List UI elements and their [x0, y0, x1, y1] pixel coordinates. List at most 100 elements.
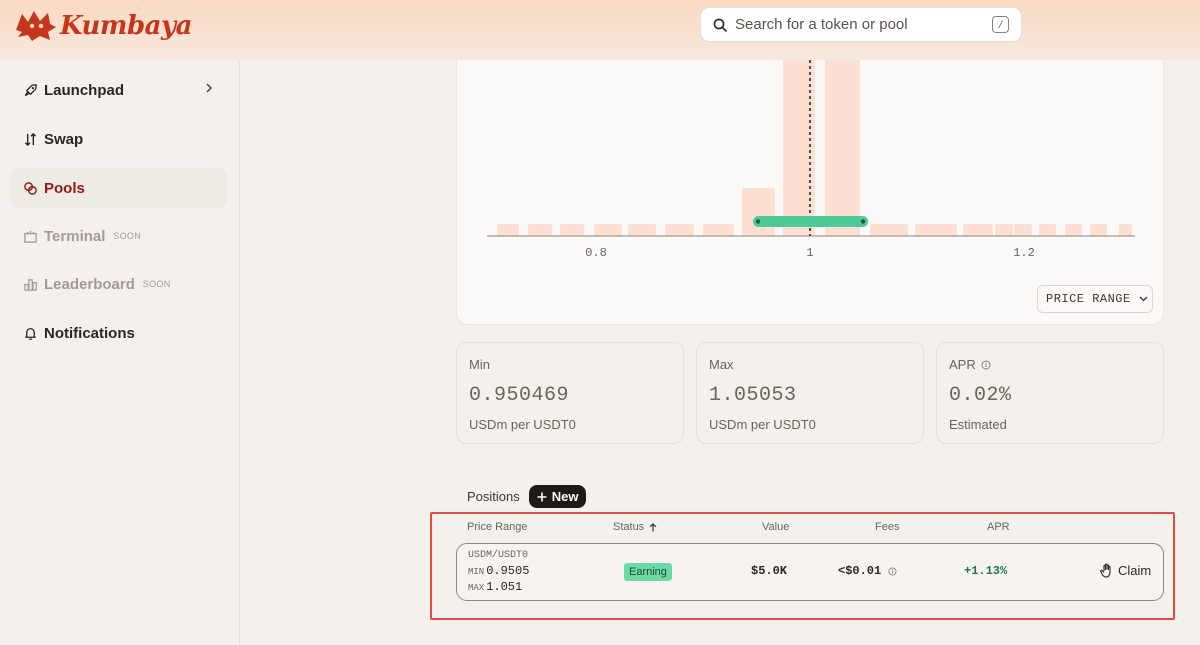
tick-label: 0.8 [585, 246, 607, 260]
sidebar-item-swap[interactable]: Swap [10, 119, 227, 159]
leaderboard-icon [22, 276, 38, 292]
sidebar-item-pools[interactable]: Pools [10, 168, 227, 208]
liquidity-chart-card: 0.8 1 1.2 PRICE RANGE [456, 60, 1164, 325]
logo-mark-icon [16, 11, 56, 41]
column-label: Fees [875, 521, 900, 533]
chevron-down-icon [1139, 296, 1148, 302]
liquidity-bar [915, 224, 957, 236]
column-label: Status [613, 521, 645, 533]
range-max: MAX 1.051 [468, 580, 522, 594]
min-price-card: Min 0.950469 USDm per USDT0 [456, 342, 684, 444]
liquidity-bar [594, 224, 622, 236]
soon-badge: SOON [142, 279, 171, 289]
logo[interactable]: Kumbaya [14, 6, 192, 46]
bell-icon [22, 325, 38, 341]
status-badge: Earning [624, 563, 672, 581]
new-position-button[interactable]: New [528, 485, 587, 508]
range-min: MIN 0.9505 [468, 564, 529, 578]
new-position-label: New [551, 489, 579, 504]
sidebar-item-launchpad[interactable]: Launchpad [10, 70, 227, 110]
liquidity-bar [628, 224, 656, 236]
tick-label: 1.2 [1013, 246, 1035, 260]
search-icon [713, 18, 727, 32]
column-label: Value [762, 521, 790, 533]
stat-label: APR [949, 357, 976, 372]
stat-unit: USDm per USDT0 [709, 417, 816, 432]
chevron-right-icon [206, 83, 213, 93]
pool-pair: USDM/USDT0 [468, 550, 529, 561]
top-bar: Kumbaya / [0, 0, 1200, 60]
tick-label: 1 [806, 246, 813, 260]
sidebar-item-leaderboard: Leaderboard SOON [10, 264, 227, 304]
stat-label: Min [469, 357, 490, 372]
sidebar: Launchpad Swap Pools Terminal SOON Leade… [0, 60, 240, 645]
positions-header: Positions New [467, 485, 587, 508]
range-handle-max[interactable] [860, 219, 866, 224]
apr-card: APR 0.02% Estimated [936, 342, 1164, 444]
info-icon[interactable] [981, 360, 991, 370]
position-value: $5.0K [751, 564, 788, 578]
min-tag: MIN [468, 567, 485, 577]
position-fees: <$0.01 [838, 564, 897, 578]
range-bar[interactable] [753, 216, 869, 227]
info-icon[interactable] [888, 566, 897, 576]
range-handle-min[interactable] [755, 219, 761, 224]
position-row[interactable]: USDM/USDT0 MIN 0.9505 MAX 1.051 Earning … [456, 543, 1164, 601]
liquidity-bar [742, 188, 775, 236]
liquidity-bar [703, 224, 734, 236]
plus-icon [537, 492, 547, 501]
pools-icon [22, 180, 38, 196]
liquidity-bar [1119, 224, 1132, 236]
liquidity-bar [497, 224, 519, 236]
column-label: Price Range [467, 521, 528, 533]
claim-button[interactable]: Claim [1100, 563, 1151, 578]
max-price-value: 1.05053 [709, 384, 797, 407]
rocket-icon [22, 82, 38, 98]
range-min-value: 0.9505 [486, 564, 530, 578]
hand-icon [1100, 563, 1111, 578]
price-range-label: PRICE RANGE [1046, 292, 1131, 306]
column-header-apr: APR [987, 521, 1010, 533]
fees-value: <$0.01 [838, 564, 882, 578]
apr-value: 0.02% [949, 384, 1012, 407]
column-header-value: Value [762, 521, 789, 533]
liquidity-bar [1090, 224, 1107, 236]
liquidity-bar [1039, 224, 1056, 236]
liquidity-bar [1014, 224, 1032, 236]
price-range-select[interactable]: PRICE RANGE [1037, 285, 1153, 313]
liquidity-bar [995, 224, 1013, 236]
column-header-status[interactable]: Status [613, 521, 657, 533]
liquidity-bar [1065, 224, 1082, 236]
position-apr: +1.13% [964, 564, 1008, 578]
logo-wordmark: Kumbaya [60, 11, 192, 41]
liquidity-bar [665, 224, 694, 236]
liquidity-bar [528, 224, 552, 236]
sort-arrow-up-icon [649, 522, 657, 531]
liquidity-bar [560, 224, 584, 236]
terminal-icon [22, 228, 38, 244]
max-tag: MAX [468, 583, 485, 593]
max-price-card: Max 1.05053 USDm per USDT0 [696, 342, 924, 444]
sidebar-item-label: Notifications [44, 324, 135, 342]
stat-unit: USDm per USDT0 [469, 417, 576, 432]
soon-badge: SOON [113, 231, 142, 241]
liquidity-bar [870, 224, 908, 236]
search-bar[interactable]: / [700, 7, 1022, 42]
sidebar-item-terminal: Terminal SOON [10, 216, 227, 256]
sidebar-item-label: Pools [44, 179, 85, 197]
apr-label-row: APR [949, 357, 1151, 372]
search-input[interactable] [735, 16, 984, 33]
swap-arrows-icon [22, 131, 38, 147]
range-max-value: 1.051 [486, 580, 523, 594]
sidebar-item-label: Swap [44, 130, 84, 148]
liquidity-chart: 0.8 1 1.2 [487, 60, 1135, 260]
column-label: APR [987, 521, 1010, 533]
liquidity-bar [963, 224, 993, 236]
stat-label: Max [709, 357, 734, 372]
positions-title: Positions [467, 489, 520, 504]
min-price-value: 0.950469 [469, 384, 570, 407]
search-shortcut-key: / [992, 16, 1009, 33]
sidebar-item-notifications[interactable]: Notifications [10, 313, 227, 353]
sidebar-item-label: Launchpad [44, 81, 125, 99]
liquidity-bar [825, 60, 860, 236]
